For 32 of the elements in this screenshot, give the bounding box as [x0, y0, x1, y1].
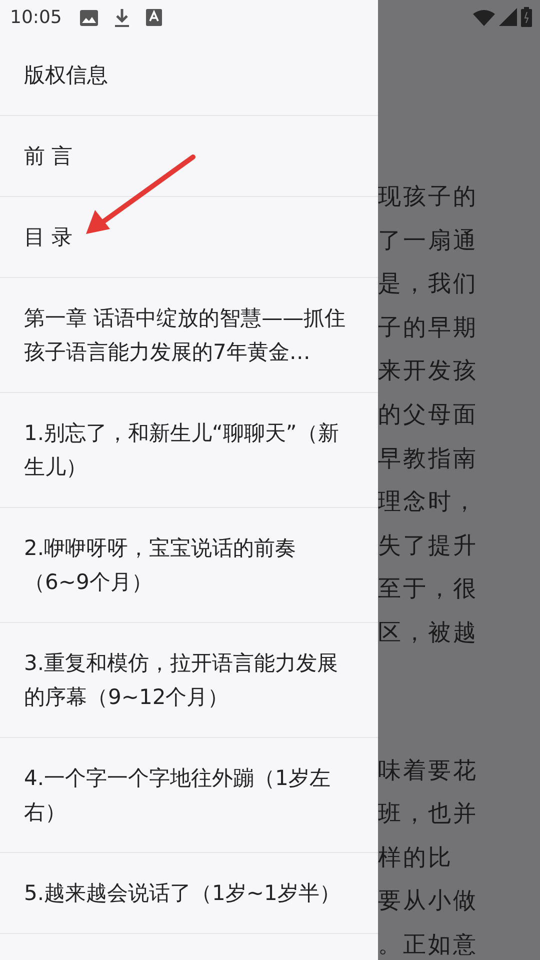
chapter-item[interactable]: 2.咿咿呀呀，宝宝说话的前奏（6~9个月）: [24, 531, 354, 599]
text-line: 味着要花: [378, 756, 479, 786]
text-line: 来开发孩: [378, 357, 479, 386]
text-line: 失了提升: [378, 532, 479, 561]
wifi-icon: [473, 8, 495, 26]
chapter-item[interactable]: 3.重复和模仿，拉开语言能力发展的序幕（9~12个月）: [24, 646, 354, 714]
text-line: 了一扇通: [378, 226, 479, 256]
text-line: 要从小做: [378, 887, 479, 916]
chapter-item[interactable]: 5.越来越会说话了（1岁~1岁半）: [24, 876, 354, 910]
chapter-item[interactable]: 目 录: [24, 220, 354, 254]
chapter-item[interactable]: 版权信息: [24, 58, 354, 92]
text-line: 是，我们: [378, 270, 479, 300]
font-icon: [146, 9, 162, 26]
text-line: 区，被越: [378, 618, 479, 648]
status-time: 10:05: [10, 6, 62, 30]
battery-icon: [521, 7, 532, 27]
text-line: 样的比: [378, 844, 454, 873]
signal-icon: [499, 8, 517, 26]
text-line: 。正如意: [378, 930, 479, 960]
chapter-item[interactable]: 1.别忘了，和新生儿“聊聊天”（新生儿）: [24, 416, 354, 484]
text-line: 理念时，: [378, 488, 479, 518]
text-line: 早教指南: [378, 444, 479, 474]
image-icon: [80, 10, 98, 26]
chapter-item[interactable]: 第一章 话语中绽放的智慧——抓住孩子语言能力发展的7年黄金…: [24, 301, 354, 369]
chapter-item[interactable]: 4.一个字一个字地往外蹦（1岁左右）: [24, 761, 354, 829]
text-line: 子的早期: [378, 314, 479, 343]
text-line: 至于，很: [378, 575, 479, 604]
chapter-item[interactable]: 前 言: [24, 139, 354, 173]
text-line: 现孩子的: [378, 183, 479, 212]
text-line: 的父母面: [378, 400, 479, 430]
download-icon: [114, 8, 130, 28]
text-line: 班，也并: [378, 800, 479, 830]
